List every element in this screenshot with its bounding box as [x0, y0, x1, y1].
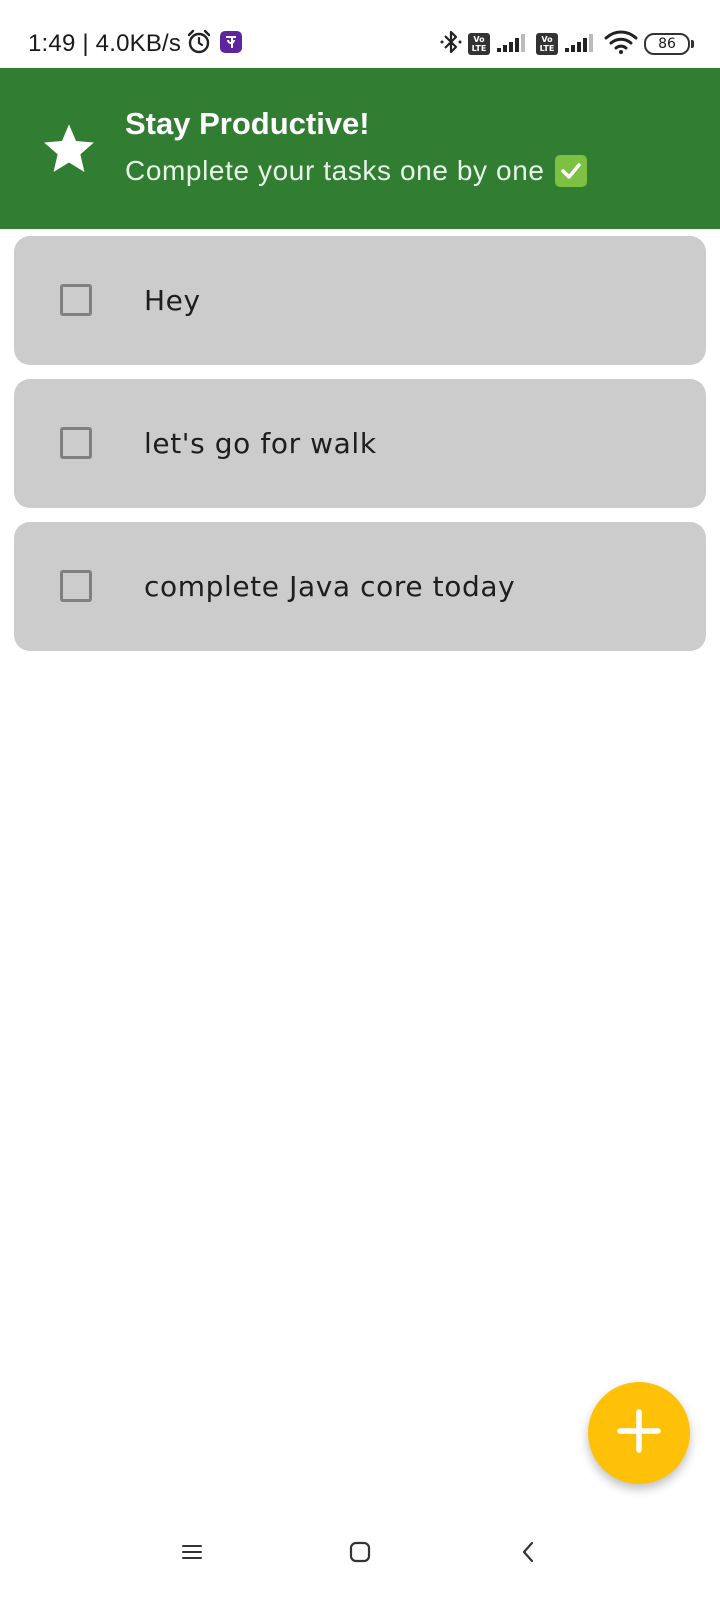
check-mark-icon [554, 155, 587, 187]
volte-label-bottom: LTE [539, 44, 555, 53]
task-item[interactable]: complete Java core today [14, 522, 706, 651]
volte-icon: Vo LTE [536, 33, 558, 55]
signal-icon [564, 31, 598, 58]
battery-icon: 86 [644, 33, 694, 55]
menu-icon [181, 1543, 203, 1566]
volte-label-top: Vo [473, 35, 485, 44]
status-left-icons [186, 29, 242, 60]
menu-button[interactable] [172, 1534, 212, 1574]
signal-icon [496, 31, 530, 58]
navigation-bar [0, 1520, 720, 1600]
home-button[interactable] [340, 1534, 380, 1574]
task-checkbox[interactable] [60, 570, 92, 602]
header-banner: Stay Productive! Complete your tasks one… [0, 68, 720, 229]
header-title: Stay Productive! [125, 106, 370, 141]
volte-label-top: Vo [541, 35, 553, 44]
header-subtitle-row: Complete your tasks one by one [125, 154, 587, 188]
volte-label-bottom: LTE [471, 44, 487, 53]
task-item[interactable]: Hey [14, 236, 706, 365]
back-icon [520, 1540, 536, 1569]
plus-icon [615, 1407, 663, 1460]
home-icon [349, 1541, 371, 1568]
status-time: 1:49 | 4.0KB/s [28, 30, 182, 57]
task-text: let's go for walk [144, 427, 377, 460]
status-bar: 1:49 | 4.0KB/s Vo LTE Vo LTE 86 [0, 0, 720, 68]
star-icon [40, 120, 98, 178]
wifi-icon [604, 30, 638, 59]
status-right-icons: Vo LTE Vo LTE 86 [440, 29, 694, 60]
header-subtitle: Complete your tasks one by one [125, 155, 545, 186]
task-checkbox[interactable] [60, 284, 92, 316]
task-item[interactable]: let's go for walk [14, 379, 706, 508]
bluetooth-icon [440, 29, 462, 60]
phonepe-app-icon [220, 30, 242, 58]
task-checkbox[interactable] [60, 427, 92, 459]
volte-icon: Vo LTE [468, 33, 490, 55]
task-list: Hey let's go for walk complete Java core… [14, 236, 706, 665]
task-text: Hey [144, 284, 201, 317]
add-task-button[interactable] [588, 1382, 690, 1484]
task-text: complete Java core today [144, 570, 516, 603]
back-button[interactable] [508, 1534, 548, 1574]
alarm-icon [186, 29, 212, 60]
